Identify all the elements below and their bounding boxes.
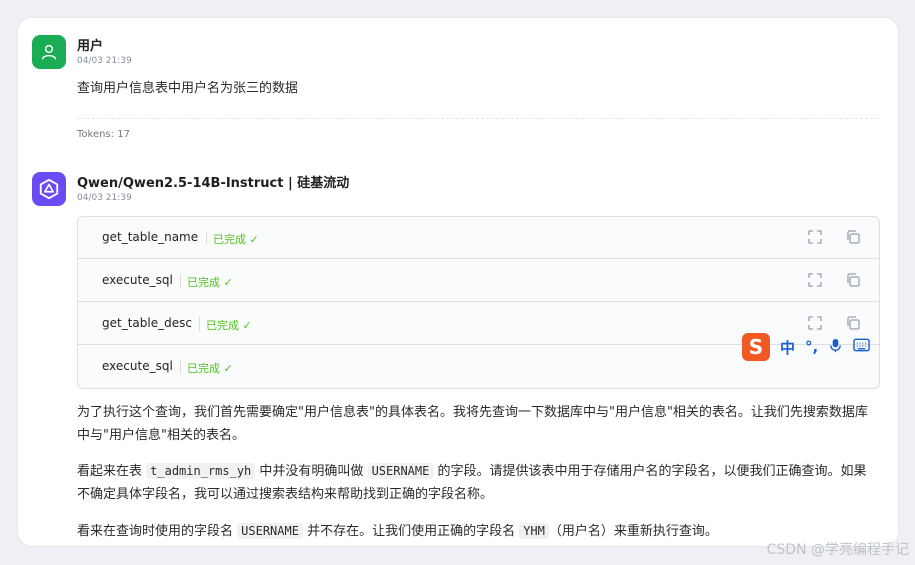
qwen-logo-icon	[39, 178, 59, 200]
inline-code: t_admin_rms_yh	[146, 463, 256, 479]
copy-icon[interactable]	[845, 315, 861, 331]
assistant-avatar	[32, 172, 66, 206]
copy-icon[interactable]	[845, 272, 861, 288]
tool-call-row[interactable]: get_table_name 已完成 ✓	[78, 217, 879, 259]
tool-separator	[180, 274, 181, 288]
assistant-paragraph-1: 为了执行这个查询，我们首先需要确定"用户信息表"的具体表名。我将先查询一下数据库…	[77, 405, 868, 443]
assistant-message-time: 04/03 21:39	[77, 193, 132, 203]
user-message-text: 查询用户信息表中用户名为张三的数据	[77, 81, 299, 96]
user-icon	[41, 44, 57, 60]
inline-code: USERNAME	[237, 523, 303, 539]
assistant-paragraph-2: 看起来在表 t_admin_rms_yh 中并没有明确叫做 USERNAME 的…	[77, 463, 867, 502]
tool-call-status: 已完成 ✓	[213, 233, 259, 246]
microphone-icon[interactable]	[828, 338, 843, 357]
user-message-time: 04/03 21:39	[77, 56, 132, 66]
copy-icon[interactable]	[845, 229, 861, 245]
tool-call-name: get_table_desc	[102, 316, 192, 330]
expand-icon[interactable]	[807, 229, 823, 245]
tool-call-row[interactable]: execute_sql 已完成 ✓	[78, 260, 879, 302]
tool-call-name: execute_sql	[102, 359, 173, 373]
tool-call-status: 已完成 ✓	[187, 276, 233, 289]
user-avatar	[32, 35, 66, 69]
keyboard-icon[interactable]	[853, 338, 870, 356]
ime-language-toggle[interactable]: 中	[780, 337, 795, 358]
assistant-paragraph-3: 看来在查询时使用的字段名 USERNAME 并不存在。让我们使用正确的字段名 Y…	[77, 523, 718, 539]
tool-call-name: execute_sql	[102, 273, 173, 287]
sogou-logo-icon[interactable]: S	[742, 333, 770, 361]
tool-separator	[199, 317, 200, 331]
tool-call-name: get_table_name	[102, 230, 199, 244]
inline-code: USERNAME	[367, 463, 434, 479]
expand-icon[interactable]	[807, 315, 823, 331]
expand-icon[interactable]	[807, 272, 823, 288]
assistant-name: Qwen/Qwen2.5-14B-Instruct | 硅基流动	[77, 176, 350, 191]
tool-call-status: 已完成 ✓	[206, 319, 252, 332]
message-divider	[77, 118, 878, 119]
ime-punctuation-toggle[interactable]: °,	[805, 338, 818, 356]
token-count: Tokens: 17	[77, 129, 130, 140]
inline-code: YHM	[519, 523, 549, 539]
chat-panel: 用户 04/03 21:39 查询用户信息表中用户名为张三的数据 Tokens:…	[18, 18, 898, 546]
tool-separator	[180, 360, 181, 374]
tool-separator	[206, 231, 207, 245]
tool-call-status: 已完成 ✓	[187, 362, 233, 375]
user-name: 用户	[77, 39, 104, 54]
ime-toolbar: S 中 °,	[742, 330, 882, 364]
watermark: CSDN @学亮编程手记	[766, 542, 909, 558]
